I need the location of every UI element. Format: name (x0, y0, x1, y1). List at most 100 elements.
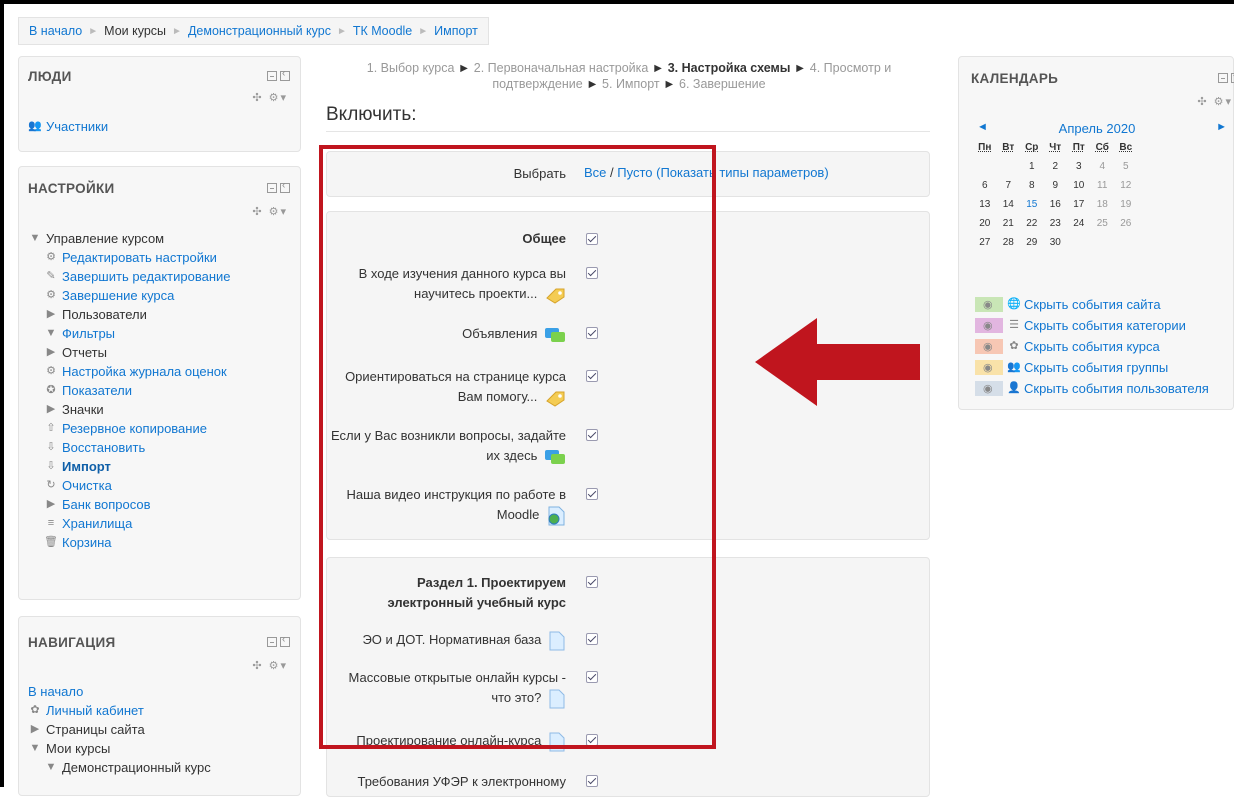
people-list: 👥 Участники (28, 117, 294, 136)
nav-site-pages[interactable]: Страницы сайта (46, 720, 145, 739)
settings-users[interactable]: Пользователи (62, 305, 147, 324)
legend-row[interactable]: ☰ Скрыть события категории (975, 315, 1209, 337)
calendar-day[interactable]: 13 (973, 195, 997, 214)
settings-badges[interactable]: Значки (62, 400, 104, 419)
collapse-icon[interactable] (267, 183, 277, 193)
collapsed-caret-icon[interactable]: ▶ (44, 400, 58, 419)
calendar-day[interactable]: 1 (1020, 157, 1044, 176)
eye-icon[interactable] (975, 337, 1003, 358)
calendar-day[interactable]: 24 (1067, 214, 1091, 233)
calendar-day[interactable]: 3 (1067, 157, 1091, 176)
settings-outcomes[interactable]: Показатели (62, 381, 132, 400)
calendar-day[interactable]: 7 (997, 176, 1021, 195)
legend-row[interactable]: 👤Скрыть события пользователя (975, 378, 1209, 400)
expanded-caret-icon[interactable]: ▼ (44, 758, 58, 777)
breadcrumb-current[interactable]: Импорт (434, 24, 478, 38)
legend-row[interactable]: 🌐Скрыть события сайта (975, 294, 1209, 316)
eye-icon[interactable] (975, 358, 1003, 379)
calendar-day[interactable]: 5 (1114, 157, 1138, 176)
calendar-day[interactable]: 29 (1020, 233, 1044, 252)
calendar-day[interactable]: 16 (1044, 195, 1068, 214)
eye-icon[interactable] (975, 379, 1003, 400)
settings-recycle-bin[interactable]: Корзина (62, 533, 112, 552)
settings-gradebook[interactable]: Настройка журнала оценок (62, 362, 227, 381)
collapse-icon[interactable] (267, 637, 277, 647)
next-month-icon[interactable]: ► (1216, 121, 1227, 133)
eye-icon[interactable] (975, 295, 1003, 316)
block-actions-icon[interactable]: ✣ ⚙▾ (252, 91, 288, 104)
calendar-day[interactable]: 2 (1044, 157, 1068, 176)
calendar-day[interactable]: 21 (997, 214, 1021, 233)
dock-icon[interactable] (280, 180, 290, 193)
calendar-day[interactable]: 26 (1114, 214, 1138, 233)
block-actions-icon[interactable]: ✣ ⚙▾ (252, 659, 288, 672)
eye-icon[interactable] (975, 316, 1003, 337)
nav-my-courses[interactable]: Мои курсы (46, 739, 110, 758)
dock-icon[interactable] (280, 634, 290, 647)
collapse-icon[interactable] (267, 71, 277, 81)
calendar-day[interactable]: 23 (1044, 214, 1068, 233)
legend-link[interactable]: Скрыть события категории (1024, 315, 1186, 336)
breadcrumb-section[interactable]: ТК Moodle (353, 24, 412, 38)
settings-reports[interactable]: Отчеты (62, 343, 107, 362)
calendar-day[interactable]: 10 (1067, 176, 1091, 195)
participants-link[interactable]: Участники (46, 117, 108, 136)
calendar-day[interactable]: 12 (1114, 176, 1138, 195)
calendar-day[interactable]: 20 (973, 214, 997, 233)
legend-link[interactable]: Скрыть события сайта (1024, 294, 1161, 315)
breadcrumb-course[interactable]: Демонстрационный курс (188, 24, 331, 38)
calendar-day[interactable]: 11 (1091, 176, 1115, 195)
calendar-day[interactable]: 6 (973, 176, 997, 195)
breadcrumb-home[interactable]: В начало (29, 24, 82, 38)
settings-course-admin[interactable]: Управление курсом (46, 229, 164, 248)
nav-demo-course[interactable]: Демонстрационный курс (62, 758, 211, 777)
calendar-day[interactable]: 18 (1091, 195, 1115, 214)
settings-backup[interactable]: Резервное копирование (62, 419, 207, 438)
settings-restore[interactable]: Восстановить (62, 438, 145, 457)
collapsed-caret-icon[interactable]: ▶ (44, 305, 58, 324)
block-actions-icon[interactable]: ✣ ⚙▾ (1197, 95, 1233, 108)
settings-course-completion[interactable]: Завершение курса (62, 286, 174, 305)
calendar-day[interactable]: 8 (1020, 176, 1044, 195)
activity-label: Требования УФЭР к электронному (357, 772, 566, 792)
breadcrumb-my-courses[interactable]: Мои курсы (104, 24, 166, 38)
step-arrow-icon: ► (663, 77, 676, 91)
calendar-day[interactable]: 22 (1020, 214, 1044, 233)
settings-finish-editing[interactable]: Завершить редактирование (62, 267, 231, 286)
calendar-day[interactable]: 27 (973, 233, 997, 252)
collapsed-caret-icon[interactable]: ▶ (44, 495, 58, 514)
legend-row[interactable]: 👥Скрыть события группы (975, 357, 1209, 379)
nav-home[interactable]: В начало (28, 682, 83, 701)
settings-repositories[interactable]: Хранилища (62, 514, 132, 533)
calendar-day[interactable]: 9 (1044, 176, 1068, 195)
settings-filters[interactable]: Фильтры (62, 324, 115, 343)
collapse-icon[interactable] (1218, 73, 1228, 83)
calendar-day[interactable]: 19 (1114, 195, 1138, 214)
calendar-day[interactable]: 14 (997, 195, 1021, 214)
settings-import[interactable]: Импорт (62, 457, 111, 476)
legend-link[interactable]: Скрыть события группы (1024, 357, 1168, 378)
block-actions-icon[interactable]: ✣ ⚙▾ (252, 205, 288, 218)
calendar-day[interactable]: 4 (1091, 157, 1115, 176)
dock-icon[interactable] (280, 68, 290, 81)
collapsed-caret-icon[interactable]: ▶ (28, 720, 42, 739)
calendar-day[interactable]: 25 (1091, 214, 1115, 233)
nav-dashboard[interactable]: Личный кабинет (46, 701, 144, 720)
block-title: КАЛЕНДАРЬ (971, 71, 1059, 86)
include-checkbox[interactable] (586, 775, 598, 787)
expanded-caret-icon[interactable]: ▼ (28, 739, 42, 758)
legend-link[interactable]: Скрыть события курса (1024, 336, 1160, 357)
expanded-caret-icon[interactable]: ▼ (28, 229, 42, 248)
step-1: 1. Выбор курса (366, 61, 455, 75)
settings-reset[interactable]: Очистка (62, 476, 112, 495)
collapsed-caret-icon[interactable]: ▶ (44, 343, 58, 362)
legend-link[interactable]: Скрыть события пользователя (1024, 378, 1209, 399)
legend-row[interactable]: ✿ Скрыть события курса (975, 336, 1209, 358)
calendar-day[interactable]: 28 (997, 233, 1021, 252)
settings-edit-settings[interactable]: Редактировать настройки (62, 248, 217, 267)
calendar-day-today[interactable]: 15 (1020, 195, 1044, 214)
calendar-day[interactable]: 17 (1067, 195, 1091, 214)
calendar-month[interactable]: Апрель 2020 (959, 121, 1234, 136)
settings-question-bank[interactable]: Банк вопросов (62, 495, 151, 514)
calendar-day[interactable]: 30 (1044, 233, 1068, 252)
